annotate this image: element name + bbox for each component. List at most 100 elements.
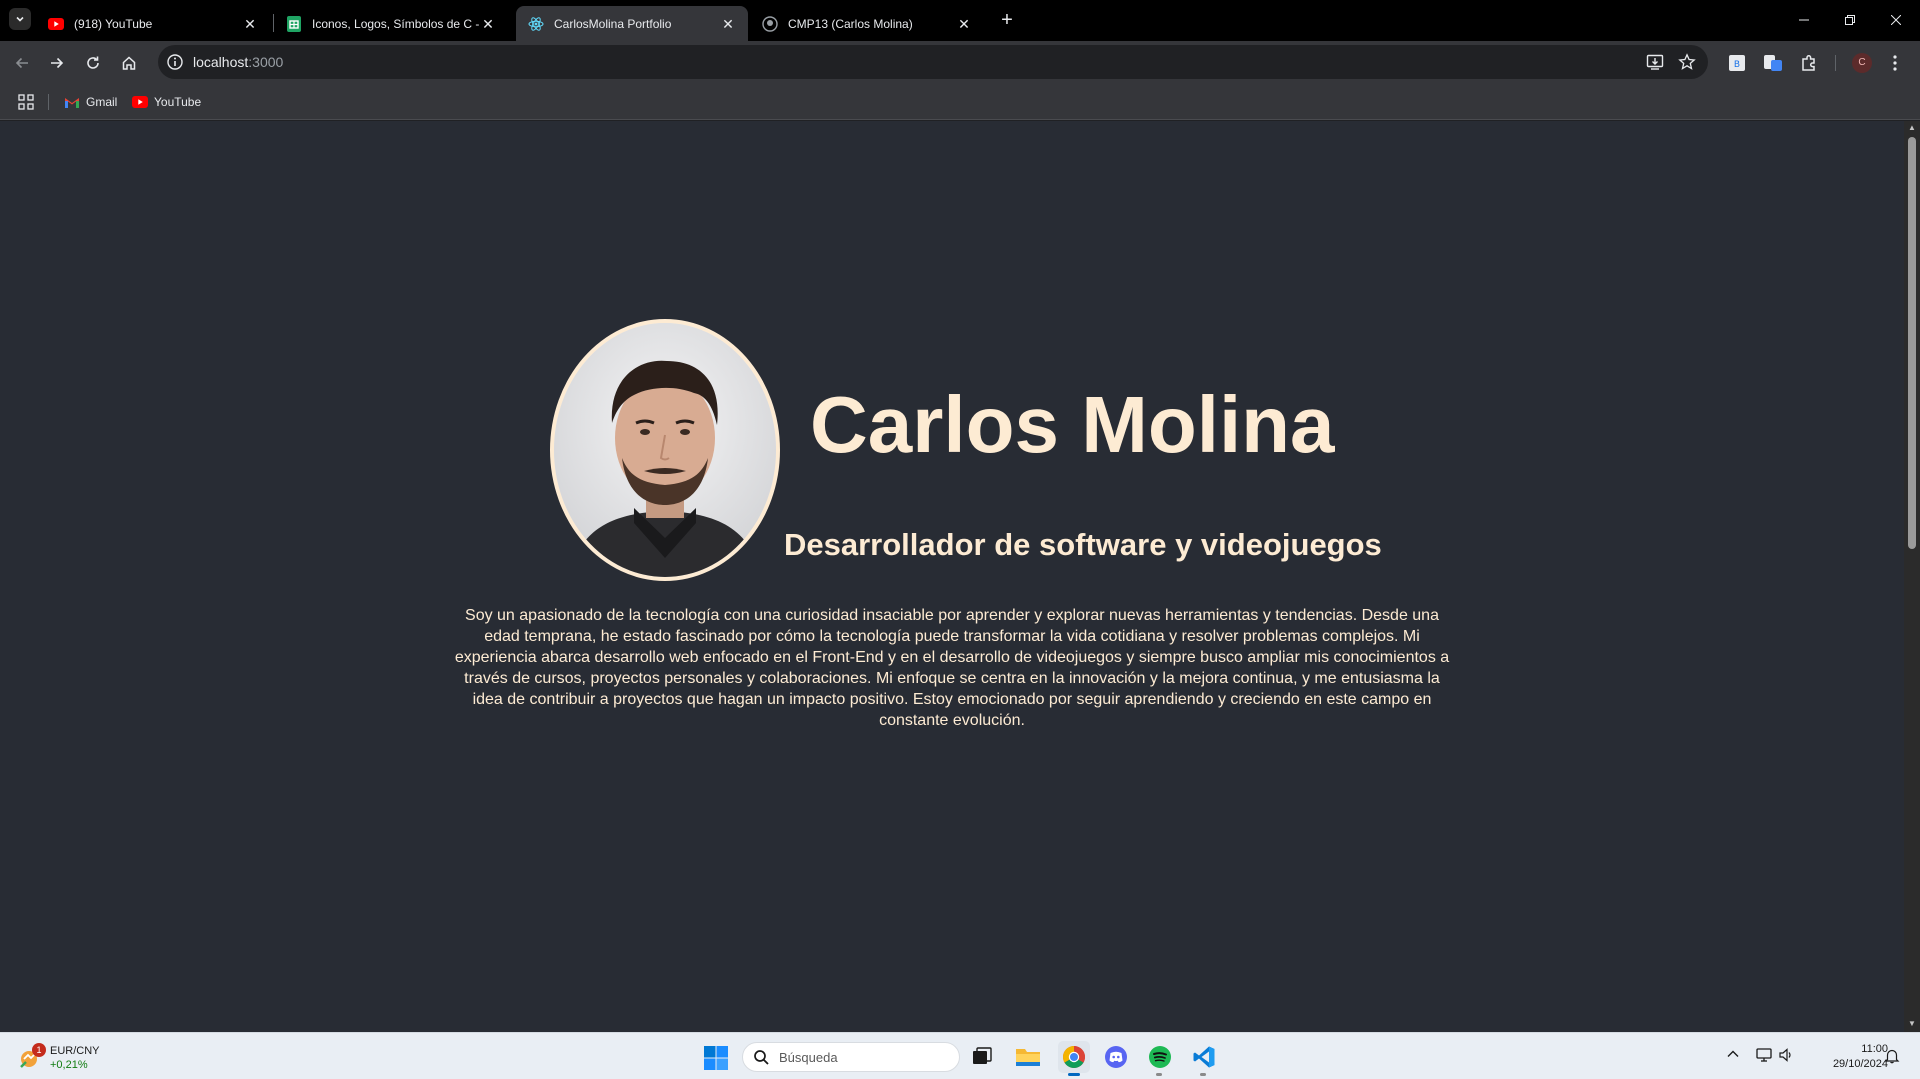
discord-button[interactable] [1102, 1043, 1130, 1071]
file-explorer-button[interactable] [1014, 1043, 1042, 1071]
github-icon [762, 15, 778, 32]
network-icon[interactable] [1756, 1047, 1772, 1063]
tab-search-button[interactable] [9, 8, 31, 30]
minimize-button[interactable] [1792, 8, 1816, 32]
tab-title: (918) YouTube [74, 16, 153, 31]
tab-portfolio[interactable]: CarlosMolina Portfolio ✕ [516, 6, 748, 41]
window-close-button[interactable] [1884, 8, 1908, 32]
url-port: :3000 [248, 54, 284, 70]
chevron-up-icon[interactable] [1726, 1047, 1740, 1061]
volume-icon[interactable] [1778, 1047, 1794, 1063]
scroll-up-arrow-icon[interactable]: ▲ [1908, 124, 1916, 132]
running-app-indicator [1156, 1073, 1162, 1076]
widgets-button[interactable]: 1 EUR/CNY +0,21% [18, 1041, 128, 1073]
youtube-icon [48, 16, 64, 32]
vscode-button[interactable] [1190, 1043, 1218, 1071]
new-tab-button[interactable]: + [996, 10, 1018, 32]
home-button[interactable] [117, 51, 141, 75]
tab-github[interactable]: CMP13 (Carlos Molina) ✕ [750, 6, 984, 41]
restore-icon [1845, 15, 1855, 25]
apps-grid-icon[interactable] [18, 94, 34, 110]
clock-time: 11:00 [1861, 1043, 1888, 1055]
close-icon [1890, 14, 1902, 26]
task-view-icon [973, 1047, 992, 1064]
svg-text:B: B [1734, 60, 1740, 70]
close-icon[interactable]: ✕ [720, 16, 736, 32]
close-icon[interactable]: ✕ [480, 16, 496, 32]
more-menu-icon[interactable] [1890, 53, 1900, 73]
star-icon[interactable] [1678, 53, 1696, 71]
reload-button[interactable] [81, 51, 105, 75]
tab-strip: (918) YouTube ✕ Iconos, Logos, Símbolos … [0, 0, 1920, 41]
file-explorer-icon [1016, 1049, 1040, 1066]
browser-toolbar: localhost:3000 B C [0, 41, 1920, 84]
sheets-icon [286, 15, 302, 32]
tab-title: Iconos, Logos, Símbolos de C - [312, 16, 480, 31]
toolbar-divider [1835, 55, 1836, 71]
windows-start-icon[interactable] [703, 1045, 729, 1071]
chrome-icon [1063, 1046, 1085, 1068]
address-bar[interactable]: localhost:3000 [158, 45, 1708, 79]
install-app-icon[interactable] [1646, 53, 1664, 71]
tab-title: CMP13 (Carlos Molina) [788, 16, 913, 31]
restore-button[interactable] [1838, 8, 1862, 32]
back-button[interactable] [10, 51, 34, 75]
bookmark-label: YouTube [154, 95, 202, 109]
scroll-thumb[interactable] [1908, 137, 1916, 549]
page-viewport: Carlos Molina Desarrollador de software … [0, 121, 1904, 1032]
bookmarks-bar: Gmail YouTube [0, 84, 1920, 120]
discord-icon [1105, 1046, 1127, 1068]
widget-value: +0,21% [50, 1059, 88, 1071]
profile-photo [550, 319, 780, 581]
vscode-icon [1193, 1046, 1215, 1068]
search-placeholder: Búsqueda [779, 1050, 838, 1065]
arrow-left-icon [15, 57, 28, 69]
minimize-icon [1799, 19, 1809, 21]
hero-subtitle: Desarrollador de software y videojuegos [784, 527, 1382, 562]
bookmark-gmail[interactable]: Gmail [64, 92, 117, 112]
spotify-icon [1149, 1046, 1171, 1068]
active-app-indicator [1068, 1073, 1080, 1076]
chrome-button[interactable] [1058, 1041, 1090, 1073]
youtube-icon [132, 94, 148, 110]
bio-paragraph: Soy un apasionado de la tecnología con u… [454, 607, 1450, 729]
close-icon[interactable]: ✕ [956, 16, 972, 32]
notification-badge: 1 [32, 1043, 46, 1057]
bookmark-label: Gmail [86, 95, 118, 109]
running-app-indicator [1200, 1073, 1206, 1076]
bookmarks-divider [48, 94, 49, 110]
gmail-icon [64, 94, 80, 110]
scroll-down-arrow-icon[interactable]: ▼ [1908, 1020, 1916, 1028]
portrait-image [554, 323, 776, 577]
profile-avatar[interactable]: C [1852, 53, 1872, 73]
url-text: localhost:3000 [193, 54, 283, 70]
arrow-right-icon [51, 57, 64, 69]
task-view-button[interactable] [968, 1043, 996, 1071]
chevron-down-icon [16, 16, 24, 22]
site-info-icon[interactable] [166, 53, 184, 71]
react-icon [528, 16, 544, 32]
home-icon [122, 56, 136, 70]
clock-date: 29/10/2024 [1832, 1058, 1888, 1070]
widget-title: EUR/CNY [50, 1045, 100, 1057]
extensions-puzzle-icon[interactable] [1799, 53, 1819, 73]
tab-title: CarlosMolina Portfolio [554, 16, 672, 31]
page-scrollbar[interactable]: ▲ ▼ [1904, 121, 1920, 1032]
extension-b-icon[interactable]: B [1727, 53, 1747, 73]
reload-icon [87, 56, 99, 69]
search-icon [754, 1050, 769, 1065]
system-clock[interactable]: 11:00 29/10/2024 [1810, 1042, 1888, 1072]
hero-name: Carlos Molina [810, 380, 1335, 469]
forward-button[interactable] [45, 51, 69, 75]
url-host: localhost [193, 54, 249, 70]
notification-bell-icon[interactable] [1884, 1048, 1900, 1064]
close-icon[interactable]: ✕ [242, 16, 258, 32]
extension-translate-icon[interactable] [1763, 53, 1783, 73]
tab-youtube[interactable]: (918) YouTube ✕ [36, 6, 270, 41]
taskbar-search[interactable]: Búsqueda [742, 1042, 960, 1072]
bookmark-youtube[interactable]: YouTube [132, 92, 201, 112]
spotify-button[interactable] [1146, 1043, 1174, 1071]
windows-taskbar: 1 EUR/CNY +0,21% Búsqueda 11:00 29/10/20… [0, 1032, 1920, 1079]
tab-iconos[interactable]: Iconos, Logos, Símbolos de C - ✕ [274, 6, 508, 41]
plus-icon: + [1001, 9, 1013, 31]
